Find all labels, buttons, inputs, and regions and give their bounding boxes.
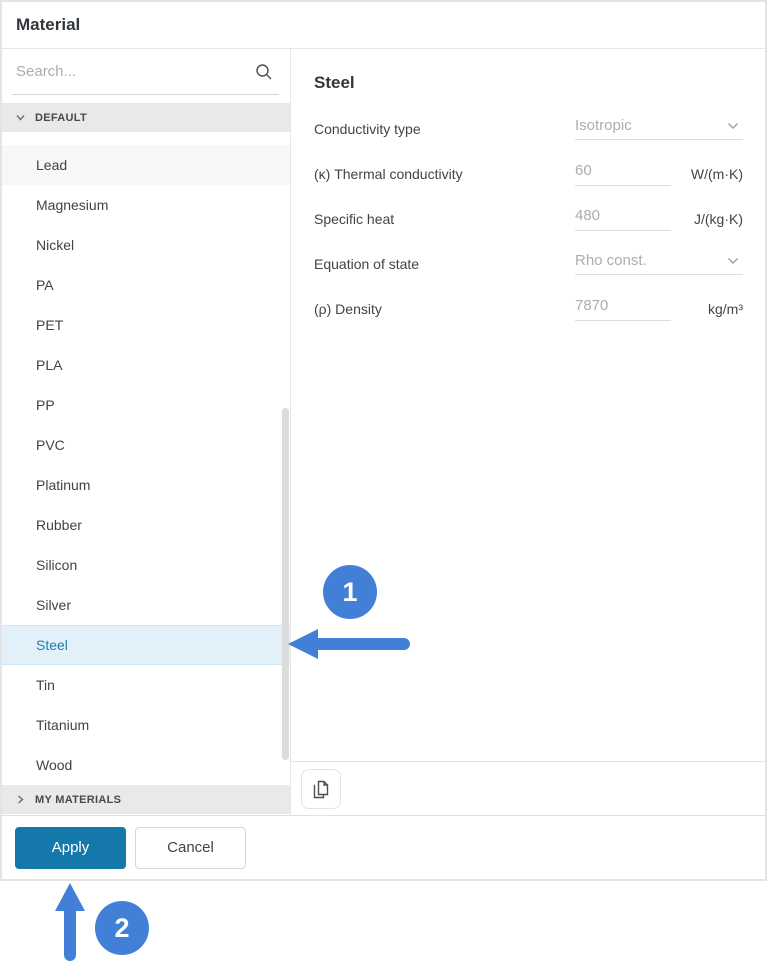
dialog-header: Material — [2, 2, 765, 49]
apply-button[interactable]: Apply — [15, 827, 126, 869]
property-label: Equation of state — [314, 256, 575, 272]
material-item-label: Nickel — [36, 237, 74, 253]
material-item-label: Silver — [36, 597, 71, 613]
material-detail-panel: Steel Conductivity type Isotropic (κ) Th… — [291, 49, 765, 815]
scrollbar-thumb[interactable] — [282, 408, 289, 760]
search-box — [12, 49, 279, 95]
material-list-item[interactable]: PVC — [2, 425, 290, 465]
annotation-arrow-left-icon — [288, 627, 412, 666]
material-list-item[interactable]: Tin — [2, 665, 290, 705]
property-unit: J/(kg·K) — [671, 211, 743, 227]
material-item-label: Steel — [36, 637, 68, 653]
dropdown-value: Isotropic — [575, 117, 632, 134]
property-row: Conductivity type Isotropic — [314, 106, 743, 151]
material-list-item[interactable]: Nickel — [2, 225, 290, 265]
action-bar: Apply Cancel — [2, 815, 765, 879]
property-label: (κ) Thermal conductivity — [314, 166, 575, 182]
property-unit: W/(m·K) — [671, 166, 743, 182]
property-input[interactable] — [575, 297, 671, 314]
material-item-label: Magnesium — [36, 197, 108, 213]
property-input[interactable] — [575, 162, 671, 179]
material-list-item[interactable]: PET — [2, 305, 290, 345]
chevron-right-icon — [15, 794, 26, 805]
material-list-item[interactable]: Wood — [2, 745, 290, 785]
detail-footer — [291, 761, 765, 815]
search-input[interactable] — [12, 63, 279, 80]
chevron-down-icon — [727, 122, 739, 130]
material-list-item[interactable]: PA — [2, 265, 290, 305]
material-sidebar: DEFAULT Lead Magnesium Nickel PA PET PLA… — [2, 49, 291, 815]
material-list: Lead Magnesium Nickel PA PET PLA PP PVC … — [2, 132, 290, 785]
annotation-step-2-badge: 2 — [95, 901, 149, 955]
copy-material-button[interactable] — [301, 769, 341, 809]
property-row: (ρ) Density kg/m³ — [314, 286, 743, 331]
property-row: (κ) Thermal conductivity W/(m·K) — [314, 151, 743, 196]
dialog-body: DEFAULT Lead Magnesium Nickel PA PET PLA… — [2, 49, 765, 815]
material-list-item[interactable]: PP — [2, 385, 290, 425]
property-unit: kg/m³ — [671, 301, 743, 317]
material-item-label: PA — [36, 277, 54, 293]
material-list-item[interactable]: Rubber — [2, 505, 290, 545]
material-dialog: Material — [0, 0, 767, 881]
material-list-item[interactable]: Lead — [2, 145, 290, 185]
material-list-item[interactable]: Titanium — [2, 705, 290, 745]
search-icon[interactable] — [255, 63, 273, 81]
page-title: Material — [16, 15, 80, 35]
material-item-label: Lead — [36, 157, 67, 173]
property-label: Conductivity type — [314, 121, 575, 137]
material-list-item[interactable]: Silicon — [2, 545, 290, 585]
material-list-item[interactable]: Platinum — [2, 465, 290, 505]
cancel-button[interactable]: Cancel — [135, 827, 246, 869]
material-item-label: Silicon — [36, 557, 77, 573]
material-item-label: Tin — [36, 677, 55, 693]
material-item-label: PLA — [36, 357, 62, 373]
section-label: DEFAULT — [35, 112, 87, 124]
annotation-step-1-badge: 1 — [323, 565, 377, 619]
screenshot-stage: Material — [0, 0, 767, 979]
property-label: (ρ) Density — [314, 301, 575, 317]
property-fields: Conductivity type Isotropic (κ) Thermal … — [314, 106, 743, 331]
property-row: Specific heat J/(kg·K) — [314, 196, 743, 241]
material-item-label: Wood — [36, 757, 72, 773]
material-list-item[interactable]: Silver — [2, 585, 290, 625]
sidebar-section-my-materials[interactable]: MY MATERIALS — [2, 785, 290, 814]
material-item-label: Rubber — [36, 517, 82, 533]
property-input[interactable] — [575, 207, 671, 224]
dropdown-value: Rho const. — [575, 252, 647, 269]
chevron-down-icon — [727, 257, 739, 265]
property-dropdown[interactable]: Rho const. — [575, 252, 743, 275]
material-list-item[interactable]: PLA — [2, 345, 290, 385]
annotation-arrow-up-icon — [53, 883, 87, 967]
material-list-item[interactable]: Magnesium — [2, 185, 290, 225]
material-item-label: PP — [36, 397, 55, 413]
detail-title: Steel — [314, 73, 743, 93]
chevron-down-icon — [15, 112, 26, 123]
material-item-label: PET — [36, 317, 63, 333]
property-row: Equation of state Rho const. — [314, 241, 743, 286]
material-item-label: Platinum — [36, 477, 90, 493]
material-list-item[interactable]: Steel — [2, 625, 290, 665]
section-label: MY MATERIALS — [35, 794, 121, 806]
sidebar-section-default[interactable]: DEFAULT — [2, 103, 290, 132]
property-label: Specific heat — [314, 211, 575, 227]
material-item-label: PVC — [36, 437, 65, 453]
material-item-label: Titanium — [36, 717, 89, 733]
copy-icon — [311, 778, 331, 800]
property-dropdown[interactable]: Isotropic — [575, 117, 743, 140]
